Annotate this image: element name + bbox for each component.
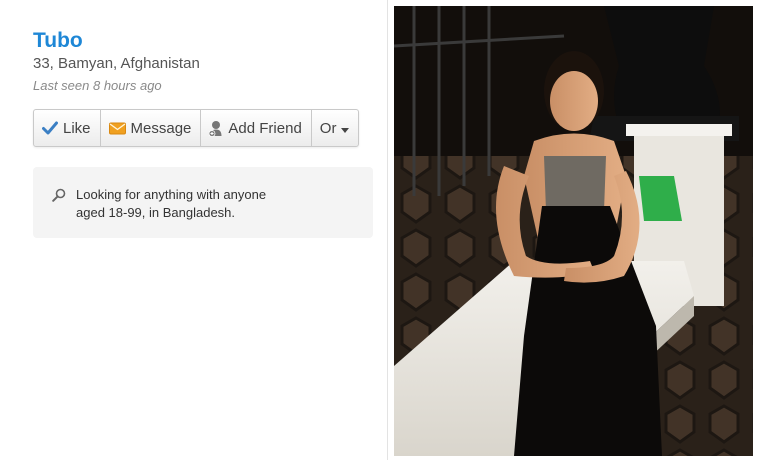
checkmark-icon: [42, 121, 58, 135]
action-button-group: Like Message Add Friend Or: [33, 109, 360, 147]
search-icon: [52, 188, 66, 207]
or-dropdown-button[interactable]: Or: [312, 110, 359, 146]
looking-for-text: Looking for anything with anyone aged 18…: [76, 186, 316, 222]
profile-photo[interactable]: [394, 6, 753, 456]
or-label: Or: [319, 119, 337, 137]
profile-details: 33, Bamyan, Afghanistan: [33, 55, 200, 72]
envelope-icon: [108, 122, 126, 135]
message-button[interactable]: Message: [101, 110, 202, 146]
profile-photo-frame: [387, 0, 761, 460]
add-friend-label: Add Friend: [228, 119, 302, 137]
last-seen: Last seen 8 hours ago: [33, 78, 162, 93]
looking-for-box: Looking for anything with anyone aged 18…: [33, 167, 373, 238]
profile-panel: Tubo 33, Bamyan, Afghanistan Last seen 8…: [0, 0, 385, 460]
looking-for-line-2: aged 18-99, in Bangladesh.: [76, 205, 236, 220]
like-label: Like: [63, 119, 91, 137]
person-plus-icon: [209, 120, 223, 137]
message-label: Message: [130, 119, 192, 137]
profile-name[interactable]: Tubo: [33, 29, 83, 53]
looking-for-line-1: Looking for anything with anyone: [76, 187, 267, 202]
caret-down-icon: [341, 120, 350, 137]
like-button[interactable]: Like: [34, 110, 101, 146]
add-friend-button[interactable]: Add Friend: [201, 110, 312, 146]
